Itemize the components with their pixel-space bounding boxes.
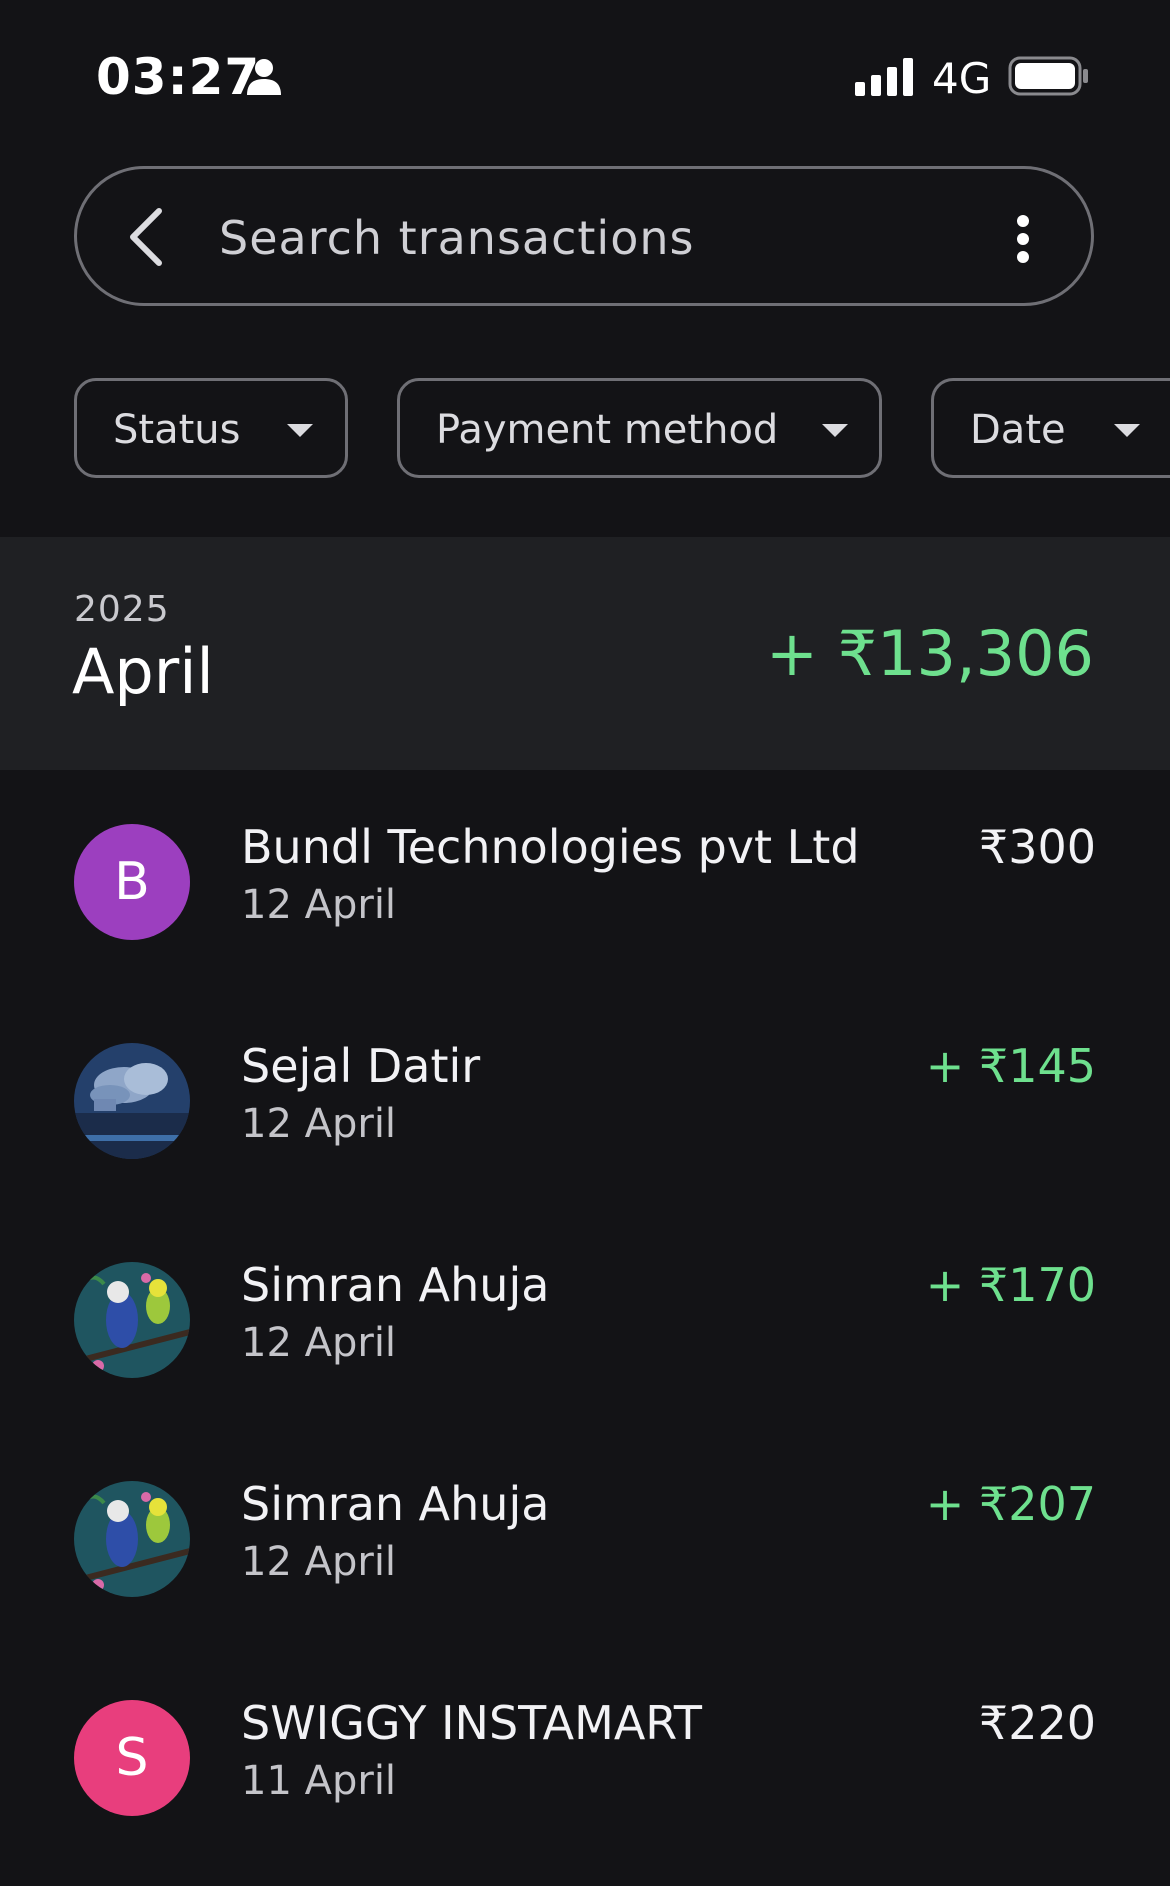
filter-chip-label: Date [970,407,1066,453]
transaction-date: 12 April [241,1320,397,1366]
avatar-initial: S [115,1728,149,1788]
filter-chip-date[interactable]: Date [931,378,1170,478]
back-arrow-icon[interactable] [125,207,165,271]
transaction-row[interactable]: B Bundl Technologies pvt Ltd 12 April ₹3… [0,770,1170,989]
status-time: 03:27 [96,48,261,106]
transaction-date: 12 April [241,1539,397,1585]
transaction-row[interactable]: Simran Ahuja 12 April + ₹170 [0,1208,1170,1427]
month-group-header: 2025 April + ₹13,306 [0,537,1170,770]
month-group-year: 2025 [74,589,170,630]
transaction-row[interactable]: Sejal Datir 12 April + ₹145 [0,989,1170,1208]
transaction-amount: ₹220 [978,1696,1096,1750]
transaction-date: 11 April [241,1758,397,1804]
search-bar[interactable]: Search transactions [74,166,1094,306]
avatar-photo [74,1043,190,1159]
transaction-name: Simran Ahuja [241,1258,550,1312]
transaction-amount: + ₹207 [925,1477,1096,1531]
month-group-month: April [72,635,214,708]
dropdown-caret-icon [822,423,848,442]
avatar-photo [74,1262,190,1378]
filter-chip-label: Payment method [436,407,779,453]
transaction-amount: + ₹170 [925,1258,1096,1312]
status-bar: 03:27 4G [0,0,1170,160]
transaction-date: 12 April [241,882,397,928]
transaction-name: Simran Ahuja [241,1477,550,1531]
transaction-amount: ₹300 [978,820,1096,874]
more-vert-icon[interactable] [1015,215,1031,267]
network-type-label: 4G [932,54,992,103]
transaction-name: Sejal Datir [241,1039,481,1093]
avatar: S [74,1700,190,1816]
signal-icon [855,58,917,100]
filter-chip-label: Status [113,407,241,453]
transaction-amount: + ₹145 [925,1039,1096,1093]
filter-chip-status[interactable]: Status [74,378,348,478]
transaction-name: SWIGGY INSTAMART [241,1696,703,1750]
transaction-row[interactable]: Simran Ahuja 12 April + ₹207 [0,1427,1170,1646]
battery-icon [1008,56,1090,100]
transaction-row[interactable]: S SWIGGY INSTAMART 11 April ₹220 [0,1646,1170,1865]
search-input[interactable]: Search transactions [219,211,694,265]
person-icon [246,58,282,100]
avatar-photo [74,1481,190,1597]
filter-chip-payment-method[interactable]: Payment method [397,378,882,478]
month-group-total: + ₹13,306 [765,617,1094,690]
avatar: B [74,824,190,940]
dropdown-caret-icon [287,423,313,442]
avatar-initial: B [114,852,150,912]
dropdown-caret-icon [1114,423,1140,442]
transaction-date: 12 April [241,1101,397,1147]
transaction-name: Bundl Technologies pvt Ltd [241,820,860,874]
